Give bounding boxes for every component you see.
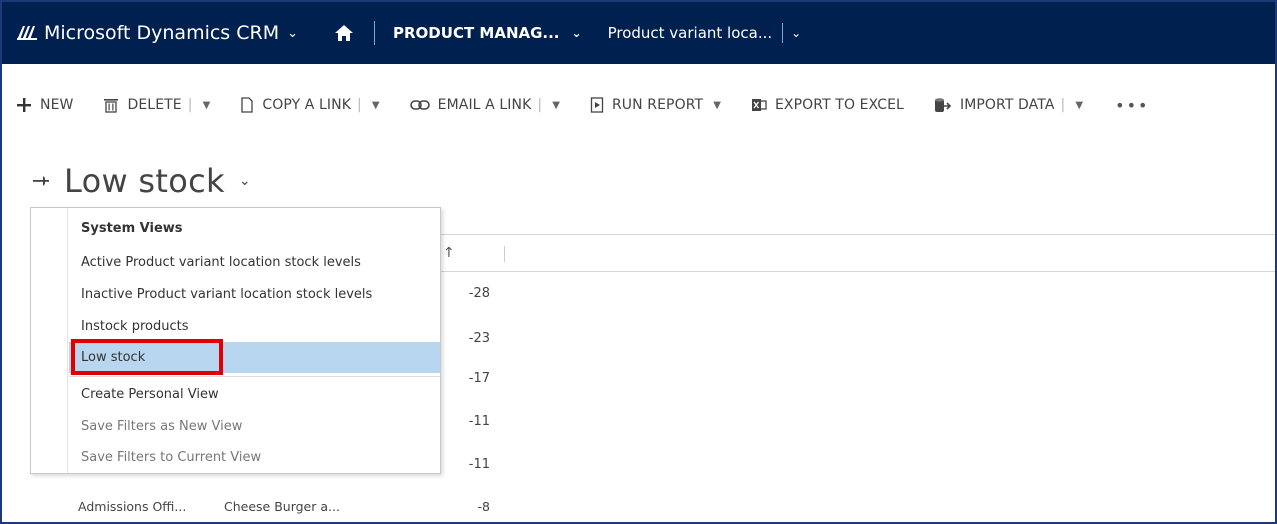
database-import-icon (934, 98, 952, 112)
menu-item-active-stock-levels[interactable]: Active Product variant location stock le… (69, 247, 440, 278)
system-views-header: System Views (81, 221, 183, 236)
export-excel-label: EXPORT TO EXCEL (774, 97, 904, 113)
more-commands-icon[interactable]: ••• (1115, 96, 1149, 115)
view-selector[interactable]: Low stock ⌄ (32, 162, 251, 200)
quantity-cell: -28 (468, 286, 490, 301)
chevron-down-icon[interactable]: ⌄ (239, 173, 251, 189)
delete-button[interactable]: DELETE | ▼ (103, 97, 210, 113)
copy-page-icon (241, 97, 254, 113)
menu-item-inactive-stock-levels[interactable]: Inactive Product variant location stock … (69, 279, 440, 310)
split-divider: | (357, 97, 362, 113)
nav-divider (782, 23, 784, 43)
area-label: PRODUCT MANAG... (393, 24, 560, 42)
import-data-label: IMPORT DATA (959, 97, 1055, 113)
split-divider: | (537, 97, 543, 113)
email-link-label: EMAIL A LINK (437, 97, 532, 113)
top-nav-bar: Microsoft Dynamics CRM ⌄ PRODUCT MANAG..… (2, 2, 1275, 64)
dropdown-arrow-icon: ▼ (713, 99, 721, 111)
link-icon (409, 100, 430, 110)
pin-icon[interactable] (32, 174, 50, 188)
dropdown-arrow-icon[interactable]: ▼ (372, 100, 380, 111)
dynamics-logo-icon (17, 26, 37, 40)
menu-gutter (31, 208, 68, 473)
menu-item-create-personal-view[interactable]: Create Personal View (69, 379, 440, 410)
import-data-button[interactable]: IMPORT DATA | ▼ (934, 97, 1083, 113)
new-label: NEW (40, 97, 74, 113)
brand-title: Microsoft Dynamics CRM (44, 22, 280, 44)
area-menu[interactable]: PRODUCT MANAG... ⌄ (393, 24, 582, 42)
dropdown-arrow-icon[interactable]: ▼ (203, 100, 211, 111)
run-report-button[interactable]: RUN REPORT ▼ (590, 97, 721, 113)
table-row[interactable]: Admissions Offi... Cheese Burger a... -8 (2, 486, 1275, 522)
column-divider (504, 246, 505, 262)
menu-item-save-filters-current-view[interactable]: Save Filters to Current View (69, 442, 440, 473)
home-icon[interactable] (334, 24, 354, 42)
quantity-cell: -17 (468, 371, 490, 386)
split-divider: | (187, 97, 193, 113)
product-cell[interactable]: Cheese Burger a... (224, 499, 340, 514)
quantity-cell: -11 (468, 457, 490, 472)
crm-window: Microsoft Dynamics CRM ⌄ PRODUCT MANAG..… (0, 0, 1277, 524)
command-bar: NEW DELETE | ▼ COPY A LINK | ▼ EMAIL A L… (2, 64, 1275, 146)
plus-icon (17, 98, 31, 112)
dropdown-arrow-icon[interactable]: ▼ (552, 100, 560, 111)
run-report-label: RUN REPORT (611, 97, 704, 113)
menu-item-save-filters-new-view[interactable]: Save Filters as New View (69, 411, 440, 442)
grid-header-top-border (439, 234, 1275, 235)
trash-icon (104, 99, 119, 113)
excel-icon (751, 99, 767, 111)
email-link-button[interactable]: EMAIL A LINK | ▼ (409, 97, 560, 113)
delete-label: DELETE (127, 97, 182, 113)
menu-divider (69, 376, 440, 377)
grid-header-bottom-border (439, 271, 1275, 272)
sort-ascending-icon[interactable]: ↑ (443, 245, 455, 261)
report-icon (590, 97, 604, 113)
quantity-cell: -11 (468, 414, 490, 429)
menu-item-instock-products[interactable]: Instock products (69, 311, 440, 342)
new-button[interactable]: NEW (16, 97, 73, 113)
view-dropdown-menu: System Views Active Product variant loca… (30, 207, 441, 474)
dynamics-crm-menu[interactable]: Microsoft Dynamics CRM ⌄ (16, 22, 298, 44)
split-divider: | (1060, 97, 1066, 113)
menu-item-low-stock[interactable]: Low stock (69, 342, 440, 373)
dropdown-arrow-icon[interactable]: ▼ (1075, 100, 1083, 111)
quantity-cell: -8 (477, 499, 490, 514)
chevron-down-icon[interactable]: ⌄ (791, 26, 801, 40)
copy-link-button[interactable]: COPY A LINK | ▼ (240, 97, 380, 113)
location-cell[interactable]: Admissions Offi... (78, 499, 186, 514)
copy-link-label: COPY A LINK (262, 97, 352, 113)
nav-divider (374, 21, 376, 45)
export-excel-button[interactable]: EXPORT TO EXCEL (751, 97, 904, 113)
quantity-cell: -23 (468, 331, 490, 346)
chevron-down-icon: ⌄ (287, 25, 299, 41)
entity-breadcrumb[interactable]: Product variant loca... (608, 24, 773, 42)
view-title[interactable]: Low stock (64, 162, 225, 200)
chevron-down-icon: ⌄ (571, 26, 582, 40)
